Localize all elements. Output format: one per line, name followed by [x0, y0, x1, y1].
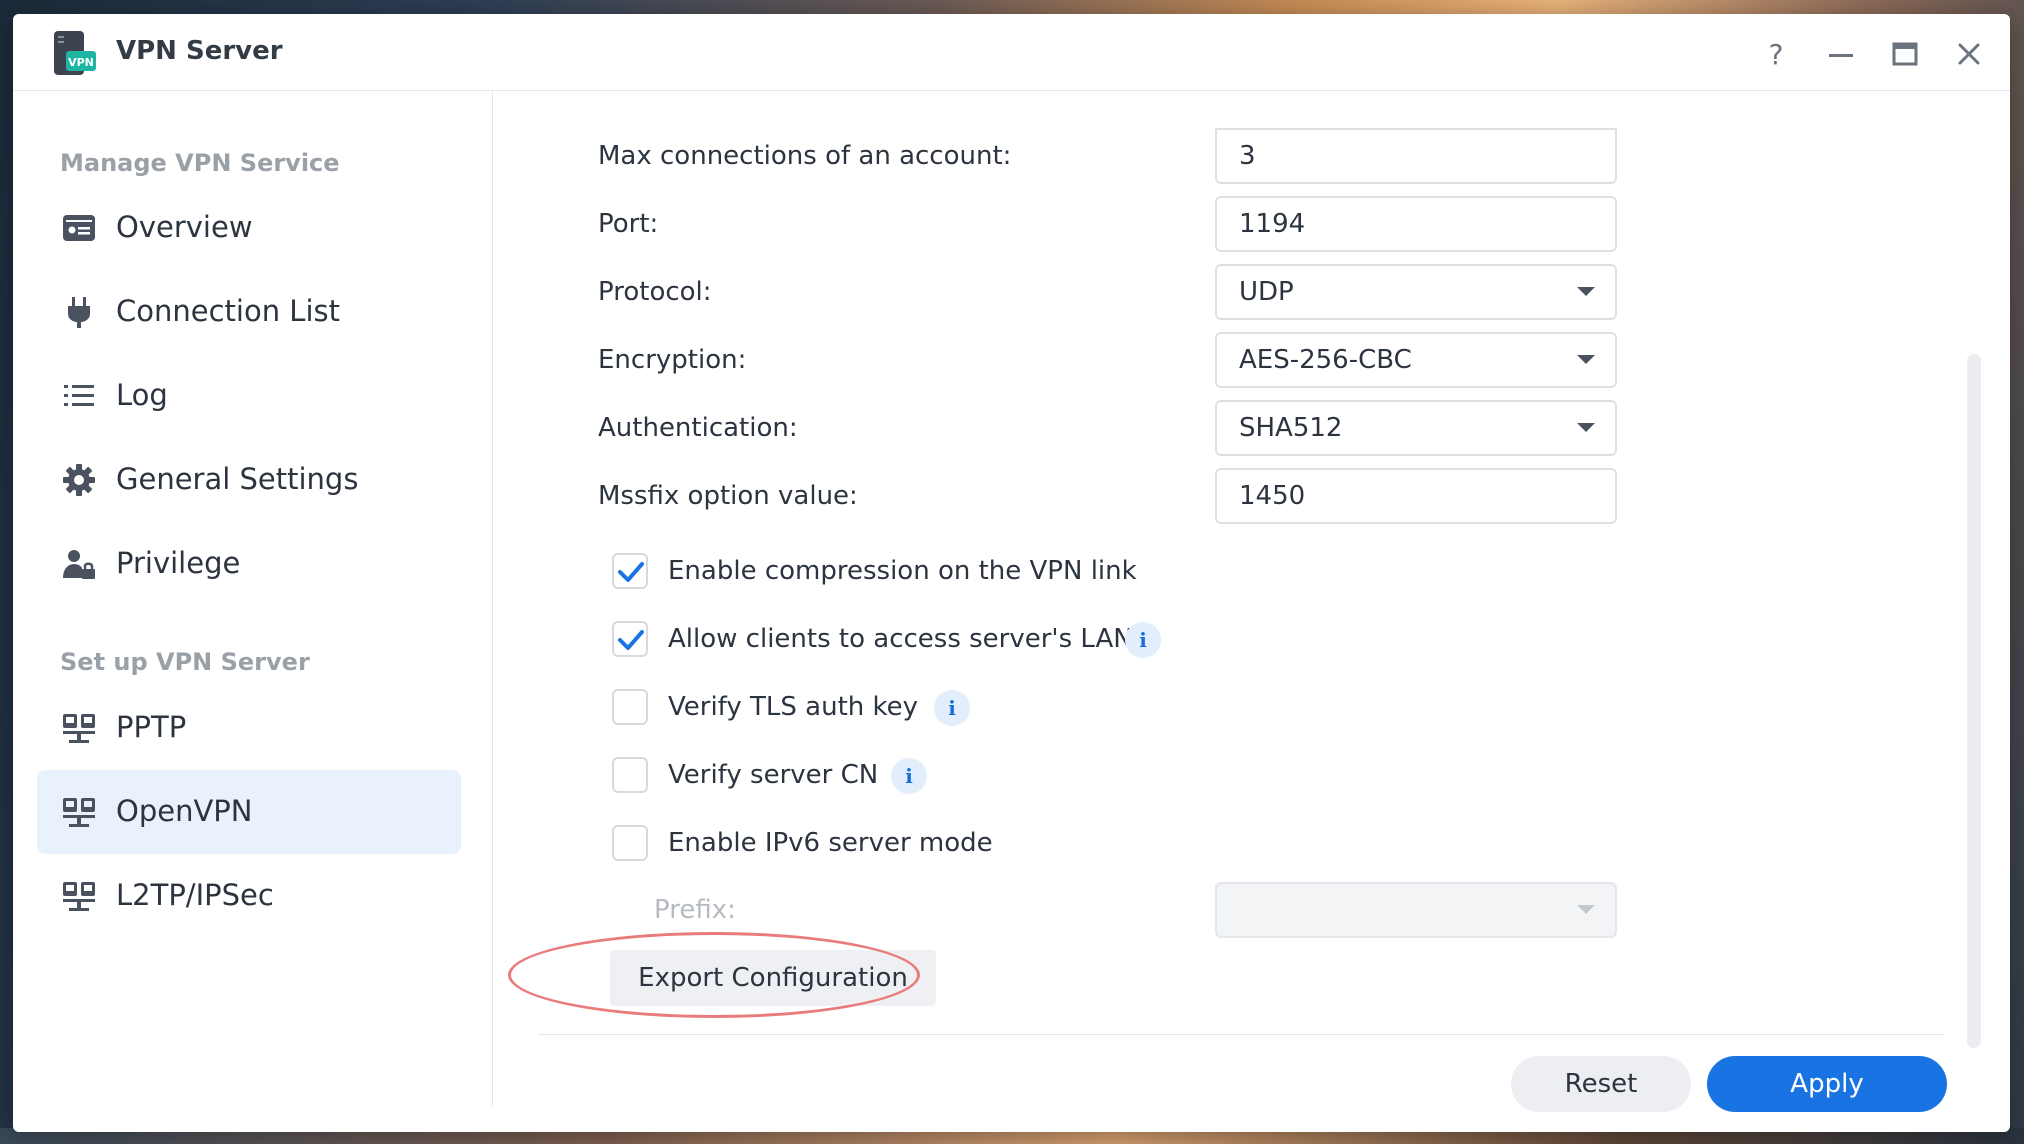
- protocol-label: Protocol:: [598, 277, 712, 307]
- openvpn-settings-panel: Max connections of an account: 3 Port: 1…: [494, 92, 2010, 1132]
- enable-ipv6-label: Enable IPv6 server mode: [668, 828, 993, 858]
- sidebar-item-label: Privilege: [116, 546, 241, 580]
- sidebar-item-label: PPTP: [116, 710, 187, 744]
- info-icon[interactable]: i: [891, 758, 927, 794]
- sidebar-item-openvpn[interactable]: OpenVPN: [37, 770, 461, 854]
- list-icon: [64, 385, 94, 406]
- sidebar-item-label: Connection List: [116, 294, 340, 328]
- sidebar-item-label: Overview: [116, 210, 253, 244]
- verify-tls-auth-label: Verify TLS auth key: [668, 692, 919, 722]
- section-title-setup: Set up VPN Server: [60, 648, 310, 676]
- network-icon: [63, 798, 95, 827]
- prefix-label: Prefix:: [654, 895, 736, 925]
- chevron-down-icon: [1577, 905, 1595, 914]
- close-icon: [1958, 43, 1980, 65]
- protocol-select[interactable]: UDP: [1215, 264, 1617, 320]
- port-input[interactable]: 1194: [1215, 196, 1617, 252]
- vpn-server-window: VPN VPN Server ? Manage VPN Service Over…: [13, 14, 2010, 1132]
- info-icon[interactable]: i: [1125, 622, 1161, 658]
- prefix-select: [1215, 882, 1617, 938]
- verify-server-cn-checkbox[interactable]: [612, 757, 648, 793]
- sidebar: Manage VPN Service Overview Connection L…: [13, 92, 493, 1107]
- minimize-icon: [1829, 54, 1853, 57]
- footer-divider: [538, 1034, 1945, 1035]
- chevron-down-icon: [1577, 355, 1595, 364]
- enable-compression-label: Enable compression on the VPN link: [668, 556, 1137, 586]
- sidebar-item-connection-list[interactable]: Connection List: [37, 270, 461, 354]
- maximize-button[interactable]: [1887, 36, 1923, 72]
- network-icon: [63, 714, 95, 743]
- chevron-down-icon: [1577, 287, 1595, 296]
- protocol-value: UDP: [1239, 277, 1294, 307]
- max-connections-label: Max connections of an account:: [598, 141, 1012, 171]
- network-icon: [63, 882, 95, 911]
- help-icon: ?: [1769, 38, 1784, 71]
- enable-compression-checkbox[interactable]: [612, 553, 648, 589]
- apply-button[interactable]: Apply: [1707, 1056, 1947, 1112]
- mssfix-input[interactable]: 1450: [1215, 468, 1617, 524]
- port-label: Port:: [598, 209, 659, 239]
- mssfix-label: Mssfix option value:: [598, 481, 858, 511]
- sidebar-item-label: L2TP/IPSec: [116, 878, 274, 912]
- checkmark-icon: [618, 630, 644, 650]
- title-bar: VPN VPN Server ?: [13, 14, 2010, 91]
- verify-server-cn-label: Verify server CN: [668, 760, 879, 790]
- encryption-label: Encryption:: [598, 345, 747, 375]
- maximize-icon: [1892, 42, 1918, 66]
- info-icon[interactable]: i: [934, 690, 970, 726]
- close-button[interactable]: [1951, 36, 1987, 72]
- vertical-scrollbar[interactable]: [1967, 354, 1981, 1048]
- sidebar-item-pptp[interactable]: PPTP: [37, 686, 461, 770]
- checkmark-icon: [618, 562, 644, 582]
- window-title: VPN Server: [116, 36, 283, 66]
- plug-icon: [68, 297, 90, 328]
- help-button[interactable]: ?: [1758, 36, 1794, 72]
- encryption-value: AES-256-CBC: [1239, 345, 1412, 375]
- vpn-badge-text: VPN: [68, 56, 94, 69]
- sidebar-item-label: General Settings: [116, 462, 359, 496]
- max-connections-input[interactable]: 3: [1215, 128, 1617, 184]
- allow-lan-access-label: Allow clients to access server's LAN: [668, 624, 1133, 654]
- chevron-down-icon: [1577, 423, 1595, 432]
- sidebar-item-overview[interactable]: Overview: [37, 186, 461, 270]
- sidebar-item-label: Log: [116, 378, 168, 412]
- authentication-label: Authentication:: [598, 413, 798, 443]
- sidebar-item-general-settings[interactable]: General Settings: [37, 438, 461, 522]
- verify-tls-auth-checkbox[interactable]: [612, 689, 648, 725]
- sidebar-item-privilege[interactable]: Privilege: [37, 522, 461, 606]
- help-glyph: ?: [1769, 38, 1784, 71]
- overview-icon: [63, 215, 95, 241]
- user-lock-icon: [63, 550, 95, 579]
- reset-button[interactable]: Reset: [1511, 1056, 1691, 1112]
- gear-icon: [63, 464, 95, 496]
- authentication-select[interactable]: SHA512: [1215, 400, 1617, 456]
- allow-lan-access-checkbox[interactable]: [612, 621, 648, 657]
- sidebar-item-l2tp-ipsec[interactable]: L2TP/IPSec: [37, 854, 461, 938]
- minimize-button[interactable]: [1823, 36, 1859, 72]
- enable-ipv6-checkbox[interactable]: [612, 825, 648, 861]
- vpn-server-app-icon: VPN: [50, 31, 98, 77]
- section-title-manage: Manage VPN Service: [60, 149, 340, 177]
- encryption-select[interactable]: AES-256-CBC: [1215, 332, 1617, 388]
- authentication-value: SHA512: [1239, 413, 1343, 443]
- export-configuration-button[interactable]: Export Configuration: [610, 950, 936, 1006]
- sidebar-item-log[interactable]: Log: [37, 354, 461, 438]
- sidebar-item-label: OpenVPN: [116, 794, 253, 828]
